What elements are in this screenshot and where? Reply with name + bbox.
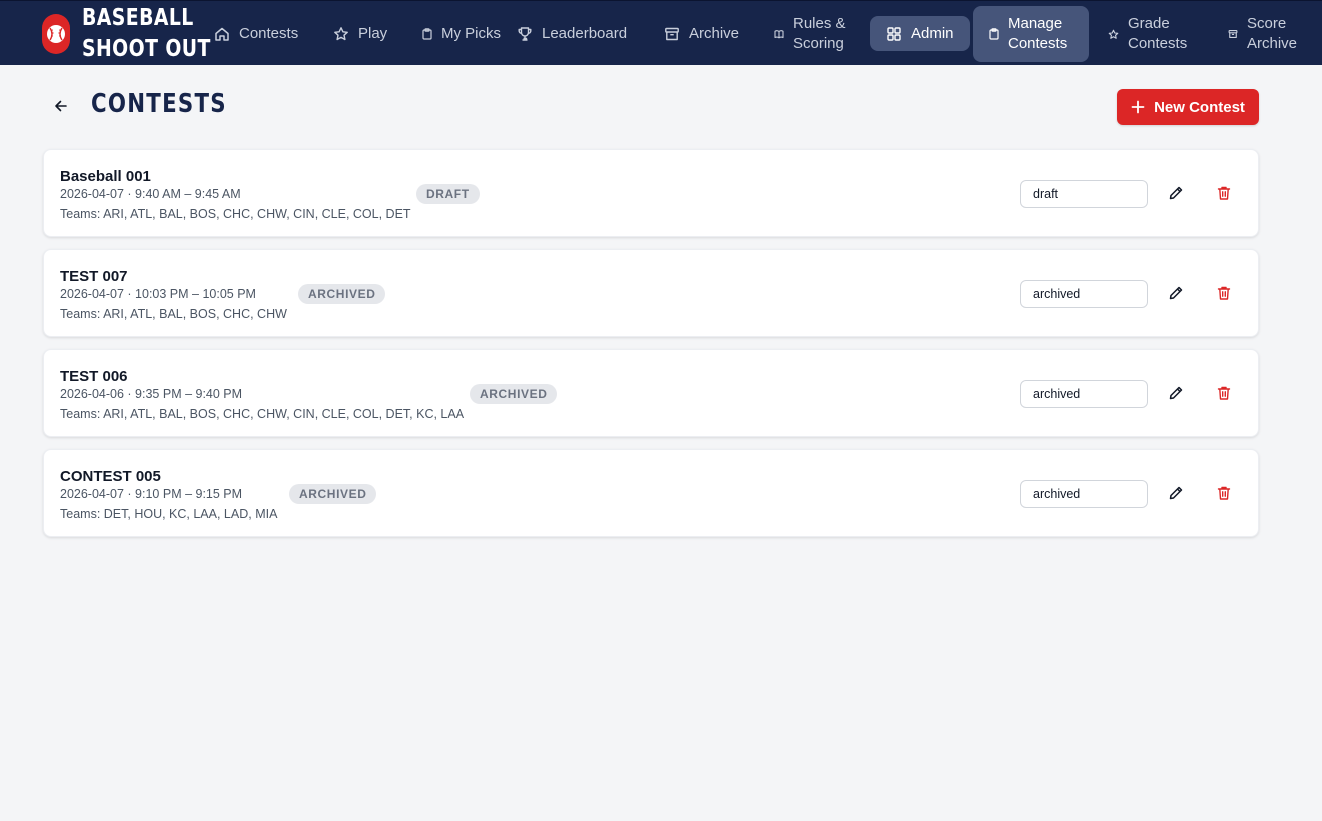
- contest-card: CONTEST 005 2026-04-07 · 9:10 PM – 9:15 …: [43, 449, 1259, 537]
- contest-card: TEST 007 2026-04-07 · 10:03 PM – 10:05 P…: [43, 249, 1259, 337]
- nav-score-archive[interactable]: Score Archive: [1228, 6, 1307, 62]
- home-icon: [214, 26, 230, 42]
- contest-name: TEST 006: [60, 368, 128, 385]
- contest-time: 2026-04-06 · 9:35 PM – 9:40 PM: [60, 387, 243, 401]
- contest-time: 2026-04-07 · 10:03 PM – 10:05 PM: [60, 287, 256, 301]
- status-select[interactable]: archived: [1020, 480, 1148, 508]
- new-contest-label: New Contest: [1154, 98, 1245, 116]
- nav-manage-contests[interactable]: Manage Contests: [973, 6, 1089, 62]
- back-button[interactable]: [50, 95, 72, 117]
- contest-teams: Teams: ARI, ATL, BAL, BOS, CHC, CHW, CIN…: [60, 207, 411, 221]
- brand-line-1: BASEBALL: [82, 4, 194, 31]
- nav-grade-contests-label: Grade Contests: [1128, 15, 1188, 52]
- book-icon: [774, 29, 784, 39]
- status-select[interactable]: archived: [1020, 380, 1148, 408]
- status-badge: ARCHIVED: [298, 284, 386, 304]
- trash-icon: [1217, 486, 1231, 500]
- status-badge: DRAFT: [416, 184, 480, 204]
- brand-line-2: SHOOT OUT: [82, 35, 211, 62]
- new-contest-button[interactable]: New Contest: [1117, 89, 1259, 125]
- delete-button[interactable]: [1213, 282, 1235, 304]
- archive-icon: [664, 26, 680, 42]
- contest-card: TEST 006 2026-04-06 · 9:35 PM – 9:40 PM …: [43, 349, 1259, 437]
- top-nav: BASEBALL SHOOT OUT Contests Play My Pick…: [0, 0, 1322, 65]
- nav-rules-label: Rules & Scoring: [793, 15, 846, 52]
- contest-card: Baseball 001 2026-04-07 · 9:40 AM – 9:45…: [43, 149, 1259, 237]
- contest-teams: Teams: ARI, ATL, BAL, BOS, CHC, CHW, CIN…: [60, 407, 465, 421]
- edit-button[interactable]: [1165, 282, 1187, 304]
- status-select[interactable]: archived: [1020, 280, 1148, 308]
- contest-time: 2026-04-07 · 9:40 AM – 9:45 AM: [60, 187, 241, 201]
- trash-icon: [1217, 386, 1231, 400]
- trash-icon: [1217, 186, 1231, 200]
- nav-grade-contests[interactable]: Grade Contests: [1108, 6, 1194, 62]
- nav-my-picks[interactable]: My Picks: [422, 6, 507, 62]
- edit-button[interactable]: [1165, 482, 1187, 504]
- clipboard-icon: [422, 28, 432, 40]
- trophy-icon: [517, 26, 533, 42]
- trash-icon: [1217, 286, 1231, 300]
- status-badge: ARCHIVED: [289, 484, 377, 504]
- nav-archive-label: Archive: [689, 25, 740, 42]
- nav-play[interactable]: Play: [333, 6, 387, 62]
- clipboard-icon: [989, 28, 999, 40]
- delete-button[interactable]: [1213, 482, 1235, 504]
- brand[interactable]: BASEBALL SHOOT OUT: [42, 1, 239, 66]
- pencil-icon: [1169, 486, 1183, 500]
- contest-teams: Teams: DET, HOU, KC, LAA, LAD, MIA: [60, 507, 278, 521]
- star-icon: [1108, 29, 1119, 40]
- nav-my-picks-label: My Picks: [441, 25, 501, 42]
- nav-rules-scoring[interactable]: Rules & Scoring: [774, 6, 859, 62]
- contest-name: Baseball 001: [60, 168, 151, 185]
- delete-button[interactable]: [1213, 382, 1235, 404]
- nav-play-label: Play: [358, 25, 388, 42]
- page-title: CONTESTS: [91, 89, 227, 119]
- nav-score-archive-label: Score Archive: [1247, 15, 1298, 52]
- archive-icon: [1228, 29, 1238, 39]
- pencil-icon: [1169, 386, 1183, 400]
- grid-icon: [886, 26, 902, 42]
- status-select[interactable]: draft: [1020, 180, 1148, 208]
- nav-leaderboard-label: Leaderboard: [542, 25, 628, 42]
- contest-time: 2026-04-07 · 9:10 PM – 9:15 PM: [60, 487, 243, 501]
- nav-archive[interactable]: Archive: [664, 6, 739, 62]
- nav-manage-contests-label: Manage Contests: [1008, 15, 1068, 52]
- baseball-logo-icon: [42, 13, 70, 54]
- delete-button[interactable]: [1213, 182, 1235, 204]
- edit-button[interactable]: [1165, 182, 1187, 204]
- brand-name: BASEBALL SHOOT OUT: [82, 3, 211, 65]
- star-icon: [333, 26, 349, 42]
- status-badge: ARCHIVED: [470, 384, 558, 404]
- pencil-icon: [1169, 186, 1183, 200]
- nav-admin-label: Admin: [911, 24, 954, 42]
- contest-name: TEST 007: [60, 268, 128, 285]
- pencil-icon: [1169, 286, 1183, 300]
- nav-contests-label: Contests: [239, 25, 299, 42]
- contest-teams: Teams: ARI, ATL, BAL, BOS, CHC, CHW: [60, 307, 287, 321]
- nav-leaderboard[interactable]: Leaderboard: [517, 6, 627, 62]
- arrow-left-icon: [55, 100, 67, 112]
- edit-button[interactable]: [1165, 382, 1187, 404]
- plus-icon: [1131, 100, 1145, 114]
- nav-contests[interactable]: Contests: [214, 6, 298, 62]
- nav-admin[interactable]: Admin: [870, 16, 970, 51]
- contest-name: CONTEST 005: [60, 468, 161, 485]
